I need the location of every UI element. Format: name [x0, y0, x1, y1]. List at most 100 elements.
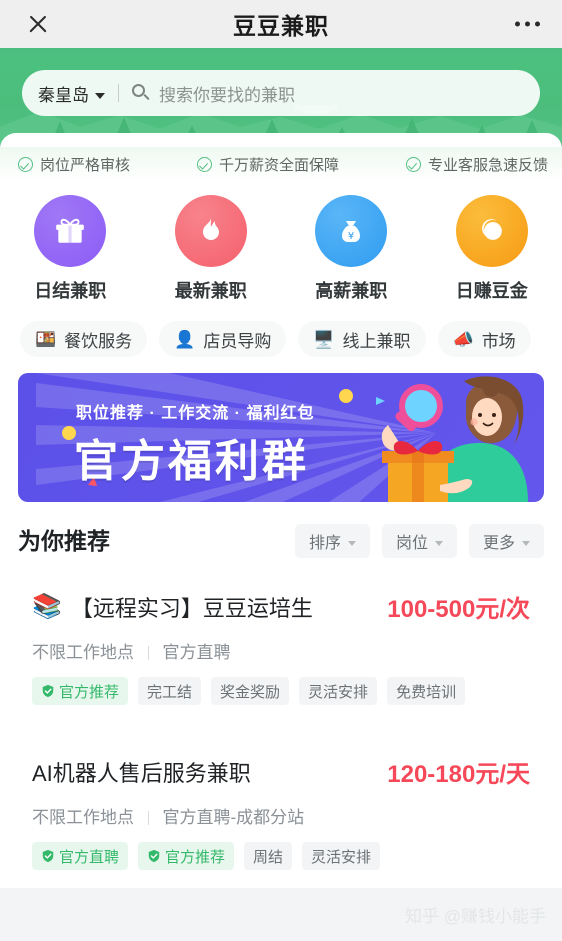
job-tag-label: 奖金奖励 [220, 683, 281, 701]
job-card-header: AI机器人售后服务兼职 120-180元/天 [32, 754, 530, 789]
shield-check-icon [42, 849, 54, 863]
divider [147, 811, 149, 825]
category-grid: 日结兼职 最新兼职 ¥ 高薪兼职 日赚豆金 [0, 181, 562, 309]
assurance-label: 专业客服急速反馈 [427, 156, 548, 174]
assurance-label: 岗位严格审核 [40, 156, 131, 174]
chip-label: 市场 [481, 331, 516, 351]
close-icon[interactable] [26, 12, 50, 36]
job-tag-label: 灵活安排 [311, 848, 372, 866]
filter-label: 排序 [308, 535, 341, 552]
filter-sort-button[interactable]: 排序 [294, 524, 370, 558]
banner-subtitle: 职位推荐 · 工作交流 · 福利红包 [76, 405, 315, 422]
job-tag-label: 官方推荐 [165, 848, 226, 866]
banner-title: 官方福利群 [74, 437, 309, 486]
job-tag-list: 官方直聘 官方推荐 周结 灵活安排 [32, 842, 530, 870]
filter-label: 更多 [482, 535, 515, 552]
job-card[interactable]: AI机器人售后服务兼职 120-180元/天 不限工作地点 官方直聘-成都分站 … [14, 737, 548, 888]
chip-food-service[interactable]: 🍱 餐饮服务 [20, 321, 148, 357]
job-tag-list: 官方推荐 完工结 奖金奖励 灵活安排 免费培训 [32, 677, 530, 705]
main-panel: 岗位严格审核 千万薪资全面保障 专业客服急速反馈 日结兼职 最新兼职 ¥ 高薪兼… [0, 133, 562, 888]
job-tag-label: 免费培训 [396, 683, 457, 701]
job-location: 不限工作地点 [32, 643, 134, 662]
check-circle-icon [196, 156, 212, 172]
chip-label: 餐饮服务 [64, 331, 133, 351]
job-tag-label: 周结 [253, 848, 284, 866]
money-bag-icon: ¥ [315, 195, 388, 267]
assurance-item: 千万薪资全面保障 [196, 154, 339, 175]
person-icon: 👤 [174, 329, 196, 349]
category-item-coin[interactable]: 日赚豆金 [422, 195, 562, 303]
search-icon [132, 84, 150, 102]
category-label: 日结兼职 [34, 281, 107, 301]
divider [147, 646, 149, 660]
coin-decoration-icon [339, 389, 353, 403]
category-label: 日赚豆金 [455, 281, 528, 301]
chevron-down-icon [95, 92, 105, 99]
chip-store-guide[interactable]: 👤 店员导购 [159, 321, 287, 357]
section-title: 为你推荐 [18, 528, 110, 554]
chip-online-job[interactable]: 🖥️ 线上兼职 [298, 321, 426, 357]
search-bar[interactable]: 秦皇岛 搜索你要找的兼职 [22, 70, 540, 116]
category-item-newest[interactable]: 最新兼职 [141, 195, 282, 303]
assurance-label: 千万薪资全面保障 [218, 156, 339, 174]
assurance-item: 岗位严格审核 [18, 154, 130, 175]
divider [118, 84, 119, 102]
filter-position-button[interactable]: 岗位 [381, 524, 457, 558]
job-card[interactable]: 📚 【远程实习】豆豆运培生 100-500元/次 不限工作地点 官方直聘 官方推… [14, 572, 548, 723]
books-icon: 📚 [32, 592, 62, 620]
filter-more-button[interactable]: 更多 [468, 524, 544, 558]
coin-icon [455, 195, 528, 267]
shield-check-icon [148, 849, 160, 863]
job-tag: 官方直聘 [32, 842, 129, 870]
job-source: 官方直聘-成都分站 [162, 808, 305, 827]
job-tag: 周结 [244, 842, 293, 870]
svg-text:¥: ¥ [348, 231, 354, 242]
job-price: 100-500元/次 [387, 596, 530, 623]
chevron-down-icon [347, 540, 356, 546]
person-illustration [381, 376, 528, 502]
job-tag: 完工结 [138, 677, 202, 705]
job-tag: 灵活安排 [299, 677, 378, 705]
job-meta: 不限工作地点 官方直聘-成都分站 [32, 803, 530, 828]
category-chip-row[interactable]: 🍱 餐饮服务 👤 店员导购 🖥️ 线上兼职 📣 市场 [0, 309, 562, 373]
job-tag: 奖金奖励 [211, 677, 290, 705]
check-circle-icon [18, 156, 33, 172]
job-tag-label: 完工结 [147, 683, 193, 701]
check-circle-icon [405, 156, 421, 172]
search-input-placeholder[interactable]: 搜索你要找的兼职 [159, 81, 295, 106]
filter-label: 岗位 [395, 535, 428, 552]
chip-label: 店员导购 [203, 331, 272, 351]
city-selector[interactable]: 秦皇岛 [38, 81, 105, 106]
job-tag-label: 官方直聘 [59, 848, 120, 866]
job-source: 官方直聘 [162, 643, 231, 662]
monitor-icon: 🖥️ [313, 329, 335, 349]
assurance-item: 专业客服急速反馈 [405, 154, 548, 175]
job-price: 120-180元/天 [387, 761, 530, 788]
assurance-bar: 岗位严格审核 千万薪资全面保障 专业客服急速反馈 [0, 147, 562, 181]
gift-icon [34, 195, 107, 267]
chevron-down-icon [434, 540, 443, 546]
food-icon: 🍱 [35, 329, 57, 349]
more-options-icon[interactable] [515, 21, 540, 27]
top-navigation-bar: 豆豆兼职 [0, 0, 562, 51]
job-meta: 不限工作地点 官方直聘 [32, 638, 530, 663]
job-tag-label: 官方推荐 [59, 683, 120, 701]
page-title: 豆豆兼职 [233, 13, 329, 39]
chip-marketing[interactable]: 📣 市场 [437, 321, 531, 357]
recommend-section-header: 为你推荐 排序 岗位 更多 [0, 502, 562, 572]
job-title: 【远程实习】豆豆运培生 [70, 595, 313, 621]
watermark: 知乎 @赚钱小能手 [405, 907, 546, 926]
job-tag: 灵活安排 [302, 842, 381, 870]
job-tag: 免费培训 [387, 677, 466, 705]
job-tag: 官方推荐 [32, 677, 129, 705]
job-tag-label: 灵活安排 [308, 683, 369, 701]
flame-icon [174, 195, 247, 267]
promo-banner[interactable]: 职位推荐 · 工作交流 · 福利红包 官方福利群 [18, 373, 544, 502]
category-item-highpay[interactable]: ¥ 高薪兼职 [281, 195, 422, 303]
job-tag: 官方推荐 [138, 842, 235, 870]
category-label: 最新兼职 [174, 281, 247, 301]
job-card-header: 📚 【远程实习】豆豆运培生 100-500元/次 [32, 589, 530, 624]
category-item-daily[interactable]: 日结兼职 [0, 195, 141, 303]
chevron-down-icon [522, 540, 530, 546]
shield-check-icon [42, 684, 54, 698]
